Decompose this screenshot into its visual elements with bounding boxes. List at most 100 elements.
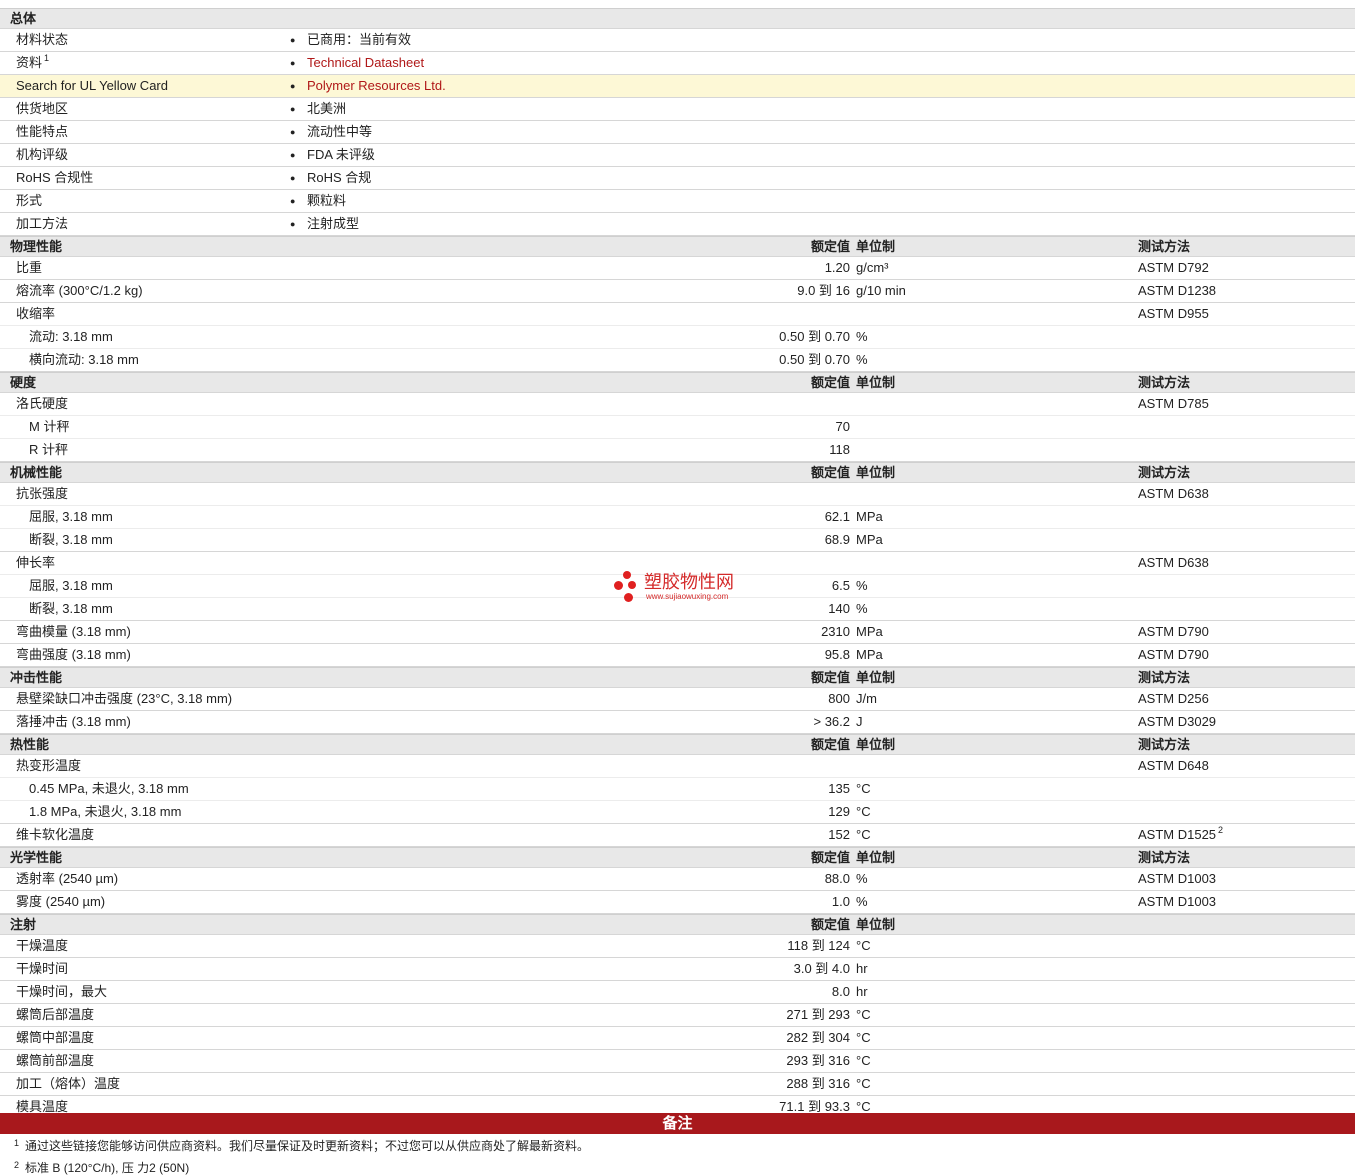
bullet-icon: ●	[290, 104, 296, 114]
section-header-general: 总体	[0, 8, 1355, 29]
property-label: 横向流动: 3.18 mm	[29, 352, 139, 367]
unit-value: °C	[856, 781, 871, 796]
nominal-value: 288 到 316	[786, 1076, 850, 1091]
section-title: 机械性能	[10, 465, 63, 480]
test-method-text: ASTM D1003	[1138, 871, 1217, 886]
test-method-text: ASTM D1238	[1138, 283, 1217, 298]
watermark-text: 塑胶物性网	[644, 572, 734, 592]
property-value: 已商用：当前有效	[307, 32, 412, 47]
unit-value: %	[856, 894, 868, 909]
property-row: 干燥温度 118 到 124 °C	[0, 935, 1355, 958]
unit-value: %	[856, 871, 868, 886]
property-label: 雾度 (2540 µm)	[16, 894, 106, 909]
test-method: ASTM D790	[1138, 621, 1209, 643]
property-label: 悬壁梁缺口冲击强度 (23°C, 3.18 mm)	[16, 691, 233, 706]
nominal-value: 282 到 304	[786, 1030, 850, 1045]
watermark-url: www.sujiaowuxing.com	[646, 592, 729, 601]
property-label-wrap: 资料 1	[16, 52, 49, 74]
test-method: ASTM D638	[1138, 483, 1209, 505]
property-row: M 计秤 70	[0, 416, 1355, 439]
unit-value: °C	[856, 827, 871, 842]
section-title: 硬度	[10, 375, 37, 390]
property-value: FDA 未评级	[307, 147, 375, 162]
nominal-value: 118	[829, 442, 850, 457]
nominal-value: 62.1	[824, 509, 850, 524]
property-value: RoHS 合规	[307, 170, 372, 185]
value-link[interactable]: Technical Datasheet	[307, 52, 424, 74]
footnote-ref: 2	[1218, 825, 1224, 835]
property-row: 弯曲强度 (3.18 mm) 95.8 MPa ASTM D790	[0, 644, 1355, 667]
property-label: 流动: 3.18 mm	[29, 329, 113, 344]
nominal-header: 额定值	[810, 850, 850, 865]
property-row: 螺筒中部温度 282 到 304 °C	[0, 1027, 1355, 1050]
test-method-text: ASTM D785	[1138, 396, 1209, 411]
nominal-value: 68.9	[824, 532, 850, 547]
unit-value: °C	[856, 1053, 871, 1068]
test-method-text: ASTM D790	[1138, 647, 1209, 662]
property-label: 1.8 MPa, 未退火, 3.18 mm	[29, 804, 182, 819]
test-method-text: ASTM D790	[1138, 624, 1209, 639]
test-method-text: ASTM D638	[1138, 486, 1209, 501]
nominal-value: 129	[828, 804, 850, 819]
section-title: 注射	[10, 917, 37, 932]
property-row: 维卡软化温度 152 °C ASTM D1525 2	[0, 824, 1355, 847]
property-row: 螺筒前部温度 293 到 316 °C	[0, 1050, 1355, 1073]
nominal-value: 1.20	[824, 260, 850, 275]
unit-value: J/m	[856, 691, 877, 706]
property-label: 干燥温度	[16, 938, 69, 953]
unit-value: g/10 min	[856, 283, 906, 298]
property-label: 供货地区	[16, 101, 69, 116]
unit-value: °C	[856, 1030, 871, 1045]
property-row: 螺筒后部温度 271 到 293 °C	[0, 1004, 1355, 1027]
unit-value: MPa	[856, 647, 883, 662]
property-row: 抗张强度 ASTM D638	[0, 483, 1355, 506]
property-label: 断裂, 3.18 mm	[29, 601, 113, 616]
notes-header: 备注	[0, 1113, 1355, 1134]
nominal-value: 118 到 124	[787, 938, 850, 953]
property-value: 流动性中等	[307, 124, 373, 139]
nominal-header: 额定值	[810, 375, 850, 390]
property-label: 比重	[16, 260, 43, 275]
nominal-header: 额定值	[810, 737, 850, 752]
section-header: 硬度 额定值 单位制 测试方法	[0, 372, 1355, 393]
watermark-logo: 塑胶物性网 www.sujiaowuxing.com	[614, 571, 744, 605]
property-value: 北美洲	[307, 101, 347, 116]
property-row: 加工（熔体）温度 288 到 316 °C	[0, 1073, 1355, 1096]
nominal-value: 1.0	[831, 894, 850, 909]
section-header: 光学性能 额定值 单位制 测试方法	[0, 847, 1355, 868]
value-link[interactable]: Polymer Resources Ltd.	[307, 75, 446, 97]
method-header: 测试方法	[1138, 737, 1191, 752]
nominal-value: 70	[835, 419, 850, 434]
property-label: 熔流率 (300°C/1.2 kg)	[16, 283, 143, 298]
property-label: 屈服, 3.18 mm	[29, 578, 113, 593]
unit-value: hr	[856, 961, 868, 976]
property-label: 断裂, 3.18 mm	[29, 532, 113, 547]
test-method: ASTM D648	[1138, 755, 1209, 777]
property-label: 加工（熔体）温度	[16, 1076, 121, 1091]
property-row: 干燥时间 3.0 到 4.0 hr	[0, 958, 1355, 981]
property-value: 注射成型	[307, 216, 360, 231]
nominal-header: 额定值	[810, 917, 850, 932]
test-method-text: ASTM D1003	[1138, 894, 1217, 909]
property-label: 螺筒中部温度	[16, 1030, 95, 1045]
section-header: 物理性能 额定值 单位制 测试方法	[0, 236, 1355, 257]
property-label: 伸长率	[16, 555, 56, 570]
nominal-value: 152	[828, 827, 850, 842]
section-title: 热性能	[10, 737, 50, 752]
nominal-value: 135	[828, 781, 850, 796]
test-method-text: ASTM D256	[1138, 691, 1209, 706]
unit-value: MPa	[856, 624, 883, 639]
nominal-value: 9.0 到 16	[797, 283, 850, 298]
property-row: 悬壁梁缺口冲击强度 (23°C, 3.18 mm) 800 J/m ASTM D256	[0, 688, 1355, 711]
property-label: 维卡软化温度	[16, 827, 95, 842]
unit-header: 单位制	[856, 239, 896, 254]
section-title: 物理性能	[10, 239, 63, 254]
property-label: M 计秤	[29, 419, 70, 434]
method-header: 测试方法	[1138, 375, 1191, 390]
general-row: RoHS 合规性 ● RoHS 合规	[0, 167, 1355, 190]
property-label: 螺筒后部温度	[16, 1007, 95, 1022]
general-row: 加工方法 ● 注射成型	[0, 213, 1355, 236]
test-method-text: ASTM D638	[1138, 555, 1209, 570]
nominal-value: 293 到 316	[786, 1053, 850, 1068]
property-row: 弯曲模量 (3.18 mm) 2310 MPa ASTM D790	[0, 621, 1355, 644]
